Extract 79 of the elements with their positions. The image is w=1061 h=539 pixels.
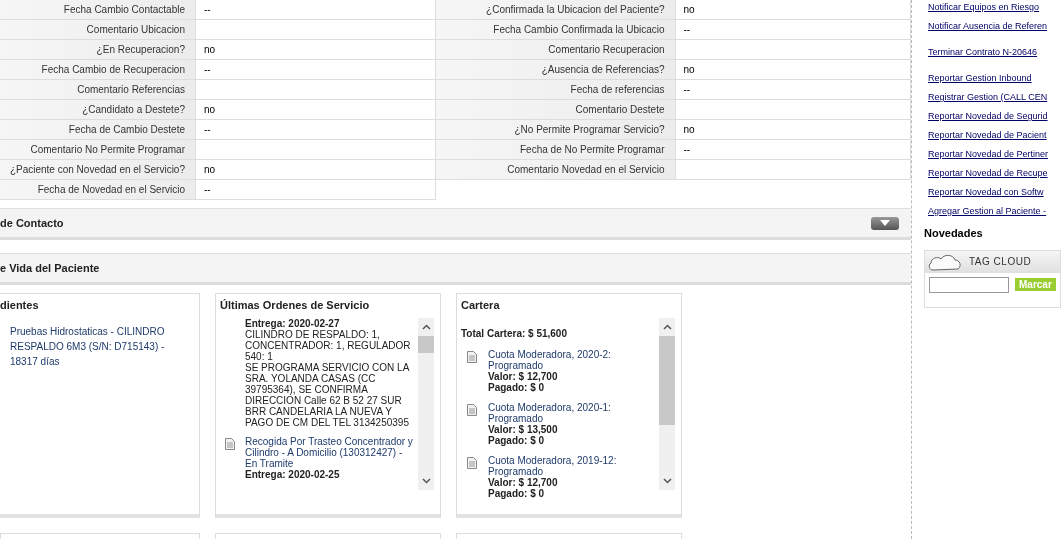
- field-value: --: [203, 123, 211, 137]
- field-label: Fecha Cambio Confirmada la Ubicacio: [435, 20, 676, 39]
- field-label: Fecha de Cambio Destete: [0, 120, 196, 139]
- field-label: ¿Paciente con Novedad en el Servicio?: [0, 160, 196, 179]
- field-value: no: [682, 3, 695, 17]
- field-value: no: [203, 103, 216, 117]
- field-label: ¿Candidato a Destete?: [0, 100, 196, 119]
- fee-paid: Pagado: $ 0: [488, 434, 545, 446]
- action-link[interactable]: Reportar Gestion Inbound: [928, 72, 1061, 84]
- action-link[interactable]: Notificar Equipos en Riesgo: [928, 1, 1061, 13]
- action-link[interactable]: Reportar Novedad de Segurid: [928, 110, 1061, 122]
- field-label: Fecha Cambio de Recuperacion: [0, 60, 196, 79]
- scrollbar[interactable]: [418, 317, 434, 490]
- action-link[interactable]: Agregar Gestion al Paciente -: [928, 205, 1061, 217]
- order-note: SE PROGRAMA SERVICIO CON LA SRA. YOLANDA CASAS (CC 39795364), SE CONFIRMA DIRECCION Calle 62 B 52 27 SUR BRR CANDELARIA LA NUEVA Y PAGO DE CM DEL TEL 3134250395: [245, 361, 411, 428]
- expand-button[interactable]: [871, 216, 899, 230]
- fee-value: Valor: $ 12,700: [488, 370, 559, 382]
- sidebar-heading: Novedades: [924, 226, 984, 241]
- action-link[interactable]: Registrar Gestion (CALL CEN: [928, 91, 1061, 103]
- order-note: CILINDRO DE RESPALDO: 1, CONCENTRADOR: 1, REGULADOR 540: 1: [245, 328, 412, 362]
- fee-value: Valor: $ 12,700: [488, 476, 559, 488]
- total-label: Total Cartera: $ 51,600: [461, 327, 568, 339]
- field-label: Comentario Ubicacion: [0, 20, 196, 39]
- card-title: Últimas Ordenes de Servicio: [219, 298, 371, 313]
- field-label: Fecha Cambio Contactable: [0, 0, 196, 19]
- field-label: Comentario Novedad en el Servicio: [435, 160, 676, 179]
- field-value: --: [682, 23, 691, 37]
- action-link[interactable]: Reportar Novedad de Pacient: [928, 129, 1061, 141]
- tag-cloud-title: TAG CLOUD: [969, 255, 1032, 269]
- field-label: Fecha de No Permite Programar: [435, 140, 676, 159]
- fee-link[interactable]: Cuota Moderadora, 2020-2: Programado: [488, 348, 655, 371]
- field-value: --: [203, 63, 211, 77]
- field-label: ¿No Permite Programar Servicio?: [435, 120, 676, 139]
- order-link[interactable]: Recogida Por Trasteo Concentrador y Cilindro - A Domicilio (130312427) - En Tramite: [245, 435, 414, 469]
- field-value: no: [203, 43, 216, 57]
- field-value: --: [203, 3, 211, 17]
- scrollbar[interactable]: [659, 317, 675, 490]
- list-item-link[interactable]: Pruebas Hidrostaticas - CILINDRO RESPALDO 6M3 (S/N: D715143) - 18317 días: [10, 323, 179, 369]
- action-link[interactable]: Terminar Contrato N-20646: [928, 46, 1061, 58]
- field-label: Comentario Referencias: [0, 80, 196, 99]
- caret-icon: [880, 220, 890, 226]
- document-icon: [466, 456, 478, 469]
- section-title: de Contacto: [0, 215, 64, 231]
- field-label: Comentario Destete: [435, 100, 676, 119]
- field-label: ¿En Recuperacion?: [0, 40, 196, 59]
- field-value: --: [682, 83, 691, 97]
- delivery-date: Entrega: 2020-02-25: [245, 468, 341, 480]
- action-link[interactable]: Reportar Novedad con Softw: [928, 186, 1061, 198]
- field-label: ¿Confirmada la Ubicacion del Paciente?: [435, 0, 676, 19]
- field-value: no: [682, 123, 695, 137]
- field-label: Fecha de Novedad en el Servicio: [0, 180, 196, 199]
- action-link[interactable]: Reportar Novedad de Recupe: [928, 167, 1061, 179]
- field-label: Fecha de referencias: [435, 80, 676, 99]
- action-link[interactable]: Reportar Novedad de Pertiner: [928, 148, 1061, 160]
- fee-link[interactable]: Cuota Moderadora, 2020-1: Programado: [488, 401, 655, 424]
- fee-paid: Pagado: $ 0: [488, 381, 545, 393]
- document-icon: [466, 350, 478, 363]
- card-title: Cartera: [460, 298, 501, 313]
- fee-link[interactable]: Cuota Moderadora, 2019-12: Programado: [488, 454, 655, 477]
- field-value: no: [682, 63, 695, 77]
- scrollbar-thumb[interactable]: [418, 335, 434, 353]
- section-title: e Vida del Paciente: [0, 260, 100, 276]
- field-label: Comentario No Permite Programar: [0, 140, 196, 159]
- delivery-date: Entrega: 2020-02-27: [245, 317, 341, 329]
- field-label: ¿Ausencia de Referencias?: [435, 60, 676, 79]
- field-value: --: [203, 183, 211, 197]
- fee-value: Valor: $ 13,500: [488, 423, 559, 435]
- section-header[interactable]: e Vida del Paciente: [0, 253, 911, 285]
- action-link[interactable]: Notificar Ausencia de Referen: [928, 20, 1061, 32]
- document-icon: [466, 403, 478, 416]
- scrollbar-thumb[interactable]: [659, 335, 675, 425]
- field-value: --: [682, 143, 691, 157]
- field-value: no: [203, 163, 216, 177]
- fee-paid: Pagado: $ 0: [488, 487, 545, 499]
- card-title: dientes: [0, 298, 40, 313]
- field-label: Comentario Recuperacion: [435, 40, 676, 59]
- document-icon: [224, 437, 236, 450]
- tag-input[interactable]: [929, 276, 1009, 293]
- section-header[interactable]: de Contacto: [0, 208, 911, 240]
